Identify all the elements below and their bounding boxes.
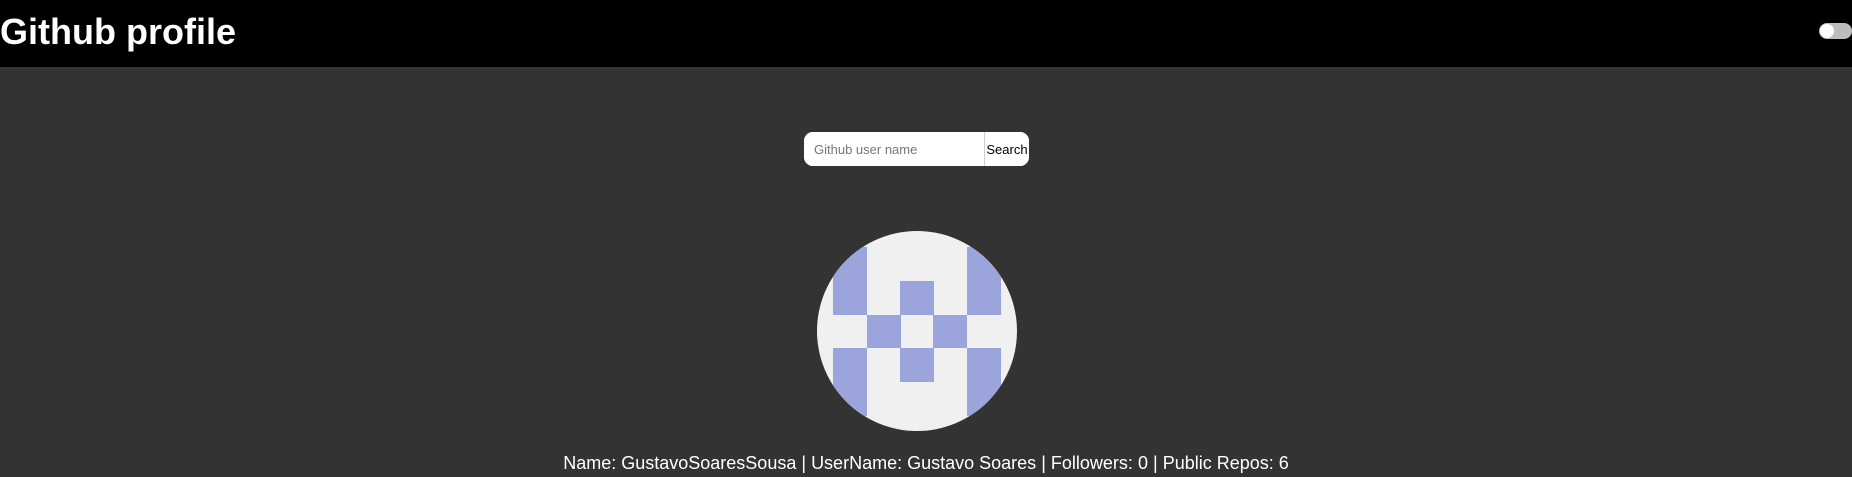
search-button[interactable]: Search <box>984 132 1029 166</box>
name-label: Name: <box>563 453 617 473</box>
page-title: Github profile <box>0 11 236 52</box>
repos-label: Public Repos: <box>1162 453 1274 473</box>
separator: | <box>801 453 807 473</box>
separator: | <box>1041 453 1046 473</box>
profile-username: Gustavo Soares <box>907 453 1037 473</box>
header-bar: Github profile <box>0 0 1852 67</box>
identicon-avatar-icon <box>817 231 1017 431</box>
search-input[interactable] <box>804 132 984 166</box>
username-label: UserName: <box>811 453 903 473</box>
followers-label: Followers: <box>1050 453 1133 473</box>
avatar <box>817 231 1017 431</box>
profile-info: Name: GustavoSoaresSousa | UserName: Gus… <box>0 452 1852 474</box>
repos-count: 6 <box>1278 453 1289 473</box>
toggle-knob <box>1820 24 1834 38</box>
search-form: Search <box>804 132 1029 166</box>
theme-toggle[interactable] <box>1819 23 1852 39</box>
separator: | <box>1152 453 1158 473</box>
profile-name: GustavoSoaresSousa <box>621 453 797 473</box>
followers-count: 0 <box>1137 453 1148 473</box>
